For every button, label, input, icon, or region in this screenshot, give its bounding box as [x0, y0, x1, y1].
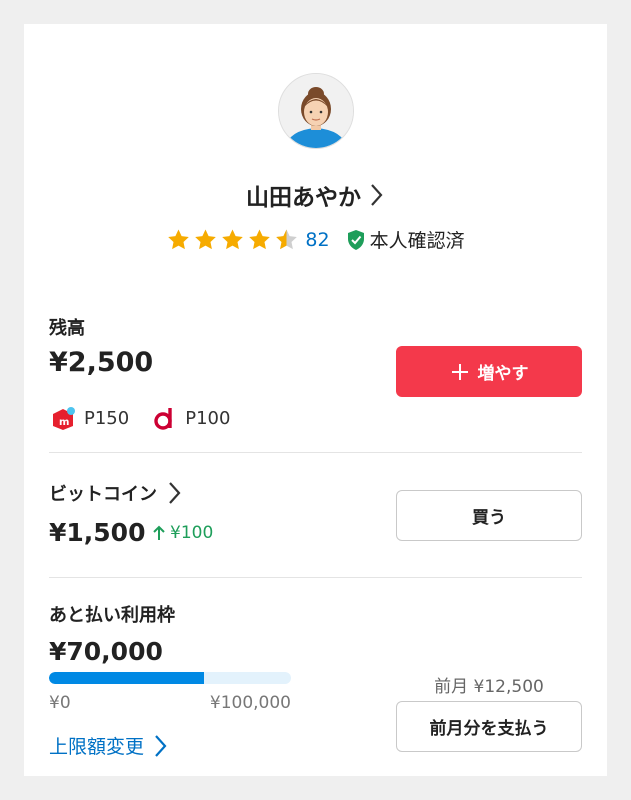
star-icon — [168, 229, 190, 249]
buy-bitcoin-label: 買う — [472, 508, 506, 528]
d-point-value: P100 — [185, 407, 231, 429]
star-icon — [249, 229, 271, 249]
add-balance-label: 増やす — [477, 364, 529, 384]
previous-month-amount: 前月 ¥12,500 — [434, 677, 544, 697]
divider — [49, 577, 582, 578]
rating-row: 82 本人確認済 — [24, 226, 607, 253]
rating-count-link[interactable]: 82 — [305, 229, 329, 251]
bitcoin-label: ビットコイン — [49, 484, 157, 505]
star-icon — [195, 229, 217, 249]
limit-max-label: ¥100,000 — [209, 693, 291, 713]
pay-previous-month-button[interactable]: 前月分を支払う — [396, 701, 582, 752]
avatar[interactable] — [278, 73, 354, 149]
bitcoin-change: ¥100 — [152, 523, 213, 543]
mercari-point-value: P150 — [84, 407, 130, 429]
balance-label: 残高 — [49, 318, 85, 339]
change-limit-link[interactable]: 上限額変更 — [49, 732, 168, 759]
deferred-label: あと払い利用枠 — [49, 605, 175, 626]
verified-label: 本人確認済 — [369, 230, 465, 252]
plus-icon — [451, 363, 468, 380]
limit-progress-bar — [49, 672, 291, 684]
divider — [49, 452, 582, 453]
profile-name-link[interactable]: 山田あやか — [24, 178, 607, 212]
limit-progress-fill — [49, 672, 204, 684]
bitcoin-change-value: ¥100 — [170, 523, 214, 543]
avatar-illustration — [279, 74, 353, 148]
profile-name: 山田あやか — [246, 185, 361, 211]
svg-text:m: m — [59, 417, 69, 428]
wallet-card: 山田あやか 82 本人確認済 残高 ¥2,500 増やす m P150 P100… — [24, 24, 607, 776]
change-limit-label: 上限額変更 — [49, 736, 145, 758]
chevron-right-icon — [371, 184, 383, 206]
balance-amount: ¥2,500 — [49, 347, 154, 378]
mercari-point-icon: m — [50, 405, 76, 431]
arrow-up-icon — [153, 525, 165, 540]
add-balance-button[interactable]: 増やす — [396, 346, 582, 397]
star-icon — [222, 229, 244, 249]
chevron-right-icon — [155, 734, 167, 757]
star-rating — [166, 228, 299, 252]
bitcoin-amount: ¥1,500 — [49, 518, 146, 547]
pay-previous-month-label: 前月分を支払う — [429, 719, 549, 739]
verified-badge: 本人確認済 — [346, 226, 465, 253]
d-point-icon — [151, 405, 177, 431]
verified-shield-icon — [347, 229, 364, 250]
buy-bitcoin-button[interactable]: 買う — [396, 490, 582, 541]
chevron-right-icon — [169, 482, 181, 504]
points-row: m P150 P100 — [50, 405, 230, 431]
deferred-amount: ¥70,000 — [49, 637, 163, 666]
half-star-icon — [276, 229, 298, 249]
limit-min-label: ¥0 — [49, 693, 71, 713]
bitcoin-link[interactable]: ビットコイン — [49, 480, 183, 506]
